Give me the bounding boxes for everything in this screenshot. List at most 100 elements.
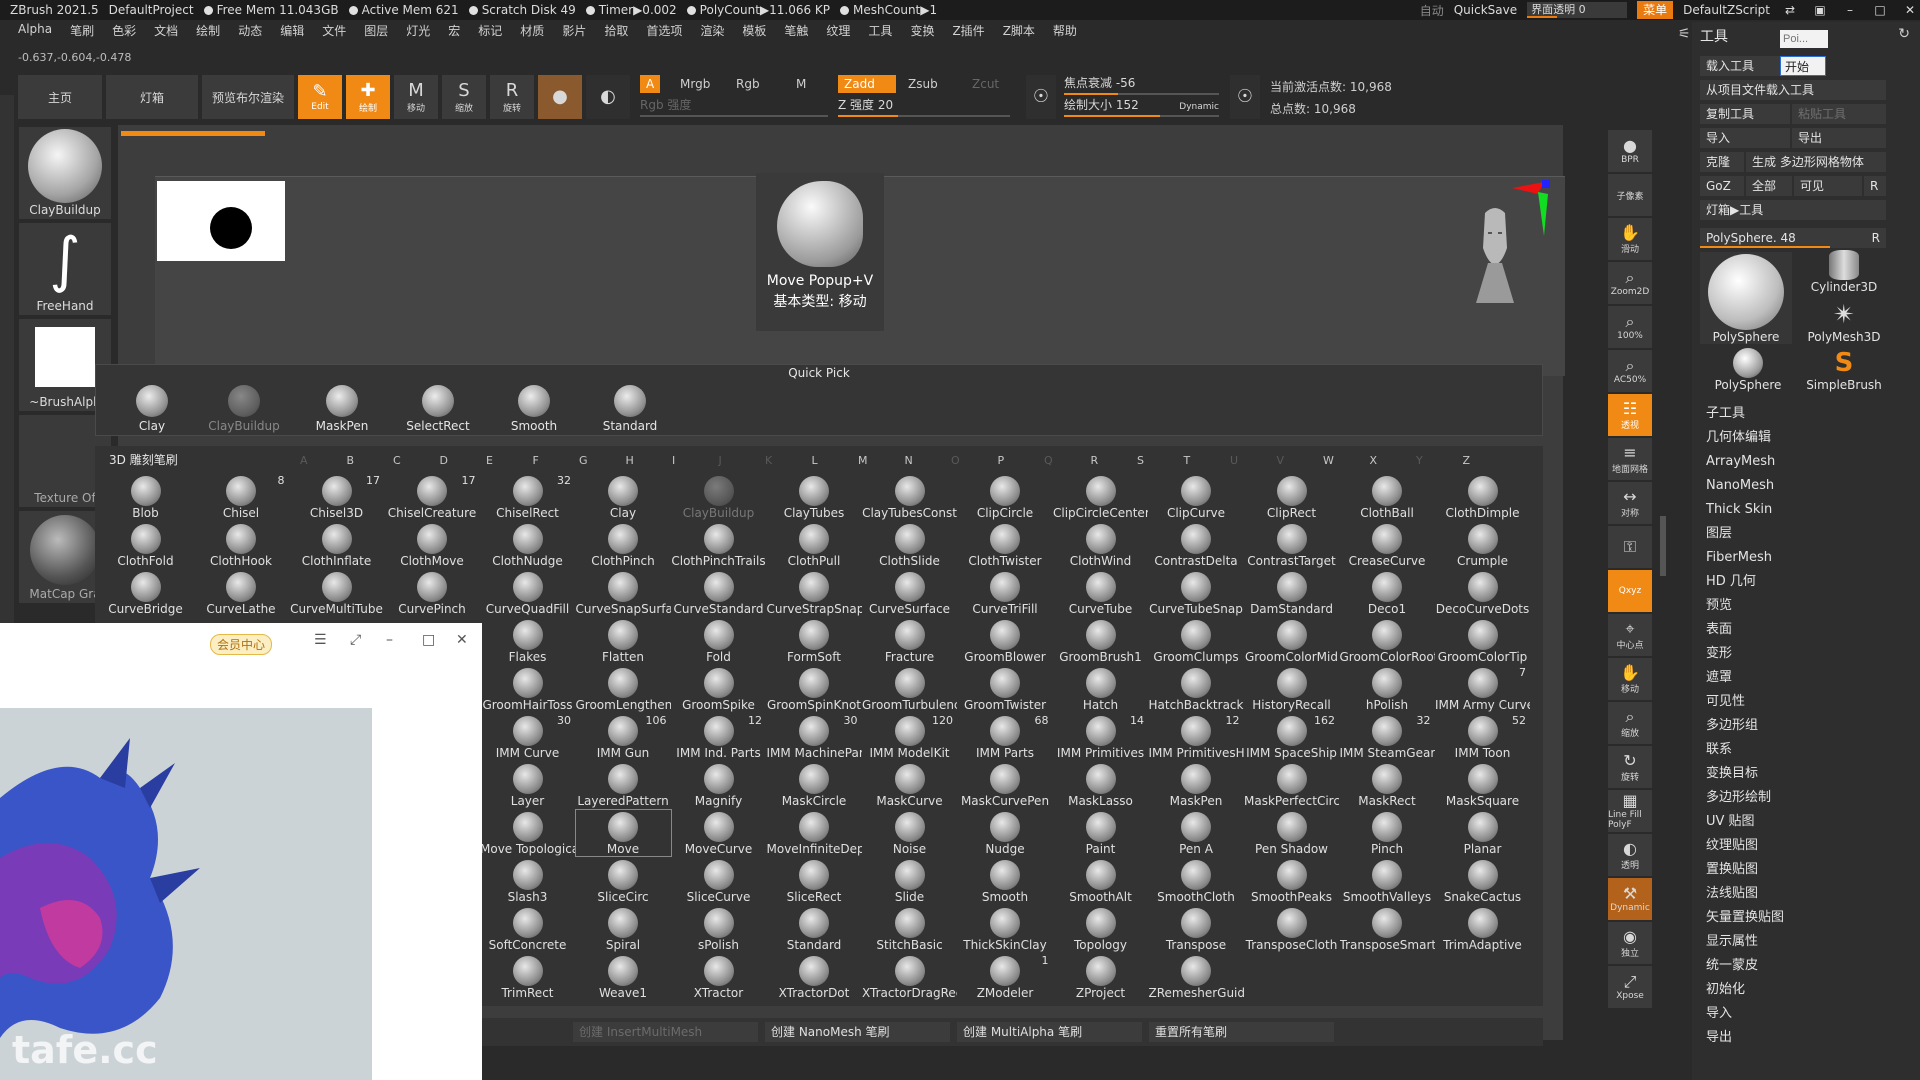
brush-item[interactable]: ClipCurve bbox=[1149, 474, 1244, 520]
brush-item[interactable]: sPolish bbox=[671, 906, 766, 952]
letter-index-item[interactable]: U bbox=[1230, 454, 1238, 467]
close-icon[interactable]: ✕ bbox=[456, 632, 468, 648]
rgb-intensity-slider[interactable]: Rgb 强度 bbox=[640, 97, 828, 117]
brush-item[interactable]: Nudge bbox=[958, 810, 1053, 856]
quick-pick-item[interactable]: MaskPen bbox=[296, 385, 388, 435]
menu-item[interactable]: Z插件 bbox=[952, 22, 984, 40]
polysphere-slider[interactable]: PolySphere. 48 R bbox=[1700, 228, 1886, 248]
brush-item[interactable]: Move bbox=[574, 809, 672, 857]
brush-item[interactable]: ThickSkinClay bbox=[958, 906, 1053, 952]
brush-item[interactable]: hPolish bbox=[1340, 666, 1435, 712]
brush-item[interactable]: GroomSpinKnot bbox=[767, 666, 862, 712]
goz-button[interactable]: GoZ bbox=[1700, 176, 1744, 196]
menu-item[interactable]: 材质 bbox=[520, 22, 544, 40]
home-button[interactable]: 主页 bbox=[18, 75, 102, 119]
brush-item[interactable]: CurveSnapSurface bbox=[576, 570, 671, 616]
brush-item[interactable]: CurveLathe bbox=[194, 570, 289, 616]
letter-index-item[interactable]: R bbox=[1091, 454, 1099, 467]
letter-index-item[interactable]: K bbox=[765, 454, 772, 467]
subpalette-item[interactable]: 矢量置换贴图 bbox=[1706, 906, 1784, 930]
viewport-tool-button[interactable]: ⌕ Zoom2D bbox=[1608, 262, 1652, 304]
brush-item[interactable]: CurvePinch bbox=[385, 570, 480, 616]
scroll-handle[interactable] bbox=[1660, 516, 1666, 576]
brush-item[interactable]: ClothPinch bbox=[576, 522, 671, 568]
brush-item[interactable]: Flakes bbox=[480, 618, 575, 664]
subpalette-item[interactable]: 几何体编辑 bbox=[1706, 426, 1784, 450]
brush-item[interactable]: GroomLengthen bbox=[576, 666, 671, 712]
left-tray-handle[interactable] bbox=[0, 95, 14, 625]
brush-item[interactable]: Hatch bbox=[1053, 666, 1148, 712]
subpalette-item[interactable]: ArrayMesh bbox=[1706, 450, 1784, 474]
brush-item[interactable]: IMM Primitives 14 bbox=[1053, 714, 1148, 760]
subpalette-item[interactable]: 导入 bbox=[1706, 1002, 1784, 1026]
brush-item[interactable]: Slash3 bbox=[480, 858, 575, 904]
paste-tool-button[interactable]: 粘贴工具 bbox=[1792, 104, 1886, 124]
zadd-button[interactable]: Zadd bbox=[838, 75, 896, 93]
subpalette-item[interactable]: 统一蒙皮 bbox=[1706, 954, 1784, 978]
vip-center-button[interactable]: 会员中心 bbox=[210, 634, 273, 655]
viewport-tool-button[interactable]: ◉ 独立 bbox=[1608, 922, 1652, 964]
viewport-tool-button[interactable]: ▦ Line Fill PolyF bbox=[1608, 790, 1652, 832]
subpalette-item[interactable]: 变形 bbox=[1706, 642, 1784, 666]
quick-pick-item[interactable]: Standard bbox=[584, 385, 676, 435]
menu-item[interactable]: 灯光 bbox=[406, 22, 430, 40]
zcut-button[interactable]: Zcut bbox=[966, 75, 1005, 93]
arrows-icon[interactable]: ⇄ bbox=[1780, 3, 1800, 17]
viewport-tool-button[interactable]: ⌕ 缩放 bbox=[1608, 702, 1652, 744]
brush-item[interactable]: CurveSurface bbox=[862, 570, 957, 616]
menu-item[interactable]: 笔触 bbox=[784, 22, 808, 40]
brush-item[interactable]: IMM Toon 52 bbox=[1435, 714, 1530, 760]
brush-item[interactable]: Deco1 bbox=[1340, 570, 1435, 616]
brush-item[interactable]: LayeredPattern bbox=[576, 762, 671, 808]
move-button[interactable]: M 移动 bbox=[394, 75, 438, 119]
brush-item[interactable]: GroomColorRoot bbox=[1340, 618, 1435, 664]
default-script[interactable]: DefaultZScript bbox=[1683, 3, 1770, 17]
letter-index-item[interactable]: H bbox=[626, 454, 634, 467]
menu-item[interactable]: 工具 bbox=[868, 22, 892, 40]
axis-gizmo-icon[interactable] bbox=[1508, 178, 1552, 238]
brush-footer-button[interactable]: 创建 MultiAlpha 笔刷 bbox=[957, 1022, 1142, 1042]
brush-item[interactable]: ZRemesherGuide bbox=[1149, 954, 1244, 1000]
quick-pick-item[interactable]: Clay bbox=[106, 385, 198, 435]
subpalette-item[interactable]: 联系 bbox=[1706, 738, 1784, 762]
brush-item[interactable]: XTractorDragRect bbox=[862, 954, 957, 1000]
import-button[interactable]: 导入 bbox=[1700, 128, 1790, 148]
brush-item[interactable]: SliceCirc bbox=[576, 858, 671, 904]
brush-item[interactable]: GroomColorTip bbox=[1435, 618, 1530, 664]
brush-item[interactable]: GroomSpike bbox=[671, 666, 766, 712]
subpalette-item[interactable]: 可见性 bbox=[1706, 690, 1784, 714]
brush-item[interactable]: MaskCurve bbox=[862, 762, 957, 808]
draw-size-slider[interactable]: 绘制大小 152 Dynamic bbox=[1064, 97, 1219, 117]
viewport-tool-button[interactable]: ● BPR bbox=[1608, 130, 1652, 172]
brush-item[interactable]: Layer bbox=[480, 762, 575, 808]
brush-item[interactable]: GroomTwister bbox=[958, 666, 1053, 712]
viewport-tool-button[interactable]: ↻ 旋转 bbox=[1608, 746, 1652, 788]
menu-item[interactable]: 图层 bbox=[364, 22, 388, 40]
rotate-button[interactable]: R 旋转 bbox=[490, 75, 534, 119]
brush-item[interactable]: SmoothValleys bbox=[1340, 858, 1435, 904]
menu-item[interactable]: Alpha bbox=[18, 22, 52, 40]
focal-shift-icon[interactable]: ☉ bbox=[1026, 75, 1056, 119]
dynamic-toggle[interactable]: Dynamic bbox=[1179, 99, 1219, 115]
brush-item[interactable]: GroomClumps bbox=[1149, 618, 1244, 664]
letter-index-item[interactable]: D bbox=[440, 454, 448, 467]
brush-item[interactable]: ClothHook bbox=[194, 522, 289, 568]
brush-item[interactable]: GroomHairToss bbox=[480, 666, 575, 712]
brush-item[interactable]: MaskPen bbox=[1149, 762, 1244, 808]
viewport-tool-button[interactable]: ☷ 透视 bbox=[1608, 394, 1652, 436]
viewport-tool-button[interactable]: ◐ 透明 bbox=[1608, 834, 1652, 876]
lightbox-tool-button[interactable]: 灯箱▶工具 bbox=[1700, 200, 1886, 220]
brush-item[interactable]: CurveTriFill bbox=[958, 570, 1053, 616]
layout-icon[interactable]: ▣ bbox=[1810, 3, 1830, 17]
viewport-tool-button[interactable]: ⌕ AC50% bbox=[1608, 350, 1652, 392]
brush-item[interactable]: ClipCircleCenter bbox=[1053, 474, 1148, 520]
subpalette-item[interactable]: 初始化 bbox=[1706, 978, 1784, 1002]
brush-item[interactable]: GroomTurbulence bbox=[862, 666, 957, 712]
transparency-slider[interactable]: 界面透明 0 bbox=[1527, 2, 1628, 18]
brush-item[interactable]: CurveMultiTube bbox=[289, 570, 384, 616]
letter-index-item[interactable]: M bbox=[858, 454, 868, 467]
menu-item[interactable]: 渲染 bbox=[700, 22, 724, 40]
brush-item[interactable]: Flatten bbox=[576, 618, 671, 664]
viewport-tool-button[interactable]: ⚿ bbox=[1608, 526, 1652, 568]
maximize-icon[interactable]: □ bbox=[1870, 3, 1890, 17]
